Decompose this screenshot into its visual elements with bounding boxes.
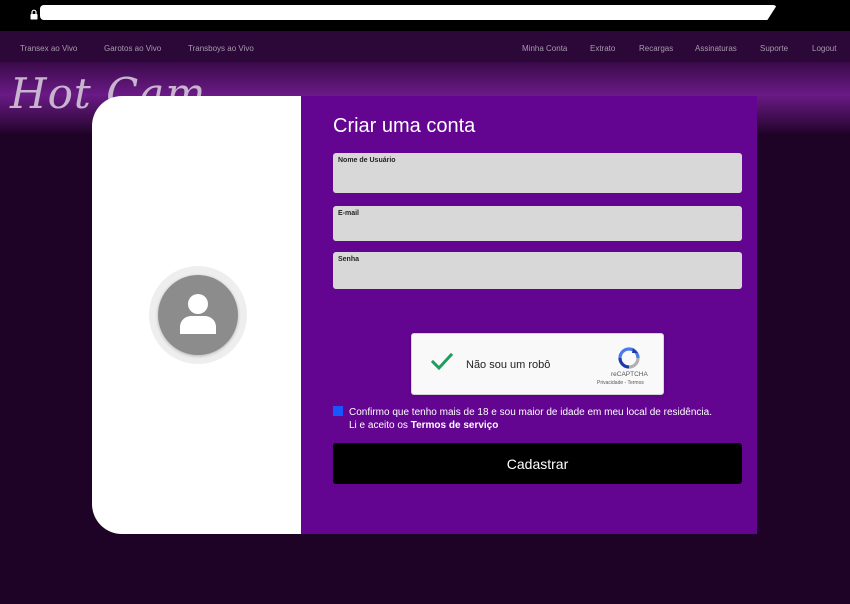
email-field[interactable]: E-mail — [333, 206, 742, 241]
age-confirm-checkbox[interactable] — [333, 406, 343, 416]
avatar-ring — [149, 266, 247, 364]
username-field[interactable]: Nome de Usuário — [333, 153, 742, 193]
avatar-panel — [92, 96, 301, 534]
nav-link-logout[interactable]: Logout — [812, 44, 836, 53]
nav-link-suporte[interactable]: Suporte — [760, 44, 788, 53]
email-label: E-mail — [338, 210, 360, 217]
nav-link-assinaturas[interactable]: Assinaturas — [695, 44, 737, 53]
recaptcha-icon — [618, 347, 640, 369]
submit-button[interactable]: Cadastrar — [333, 443, 742, 484]
password-field[interactable]: Senha — [333, 252, 742, 289]
password-label: Senha — [338, 256, 360, 263]
nav-link-garotos[interactable]: Garotos ao Vivo — [104, 44, 161, 53]
age-confirm-label: Confirmo que tenho mais de 18 e sou maio… — [349, 407, 712, 431]
nav-link-transex[interactable]: Transex ao Vivo — [20, 44, 77, 53]
user-avatar-icon — [180, 294, 216, 334]
checkmark-icon[interactable] — [431, 353, 453, 371]
nav-link-recargas[interactable]: Recargas — [639, 44, 673, 53]
nav-link-transboys[interactable]: Transboys ao Vivo — [188, 44, 254, 53]
terms-link[interactable]: Termos de serviço — [411, 420, 499, 431]
avatar — [158, 275, 238, 355]
browser-bar — [0, 0, 850, 31]
lock-icon — [30, 9, 38, 20]
address-bar[interactable] — [40, 5, 777, 20]
signup-form-panel: Criar uma conta Nome de Usuário E-mail S… — [301, 96, 757, 534]
recaptcha-widget[interactable]: Não sou um robô reCAPTCHA Privacidade - … — [411, 333, 664, 395]
nav-link-minha-conta[interactable]: Minha Conta — [522, 44, 567, 53]
recaptcha-links[interactable]: Privacidade - Termos — [597, 380, 644, 386]
recaptcha-brand: reCAPTCHA — [611, 371, 648, 378]
username-label: Nome de Usuário — [338, 157, 396, 164]
captcha-label: Não sou um robô — [466, 359, 551, 371]
age-confirm-text: Confirmo que tenho mais de 18 e sou maio… — [349, 406, 719, 432]
top-nav: Transex ao Vivo Garotos ao Vivo Transboy… — [0, 31, 850, 62]
form-title: Criar uma conta — [333, 115, 476, 137]
nav-link-extrato[interactable]: Extrato — [590, 44, 615, 53]
